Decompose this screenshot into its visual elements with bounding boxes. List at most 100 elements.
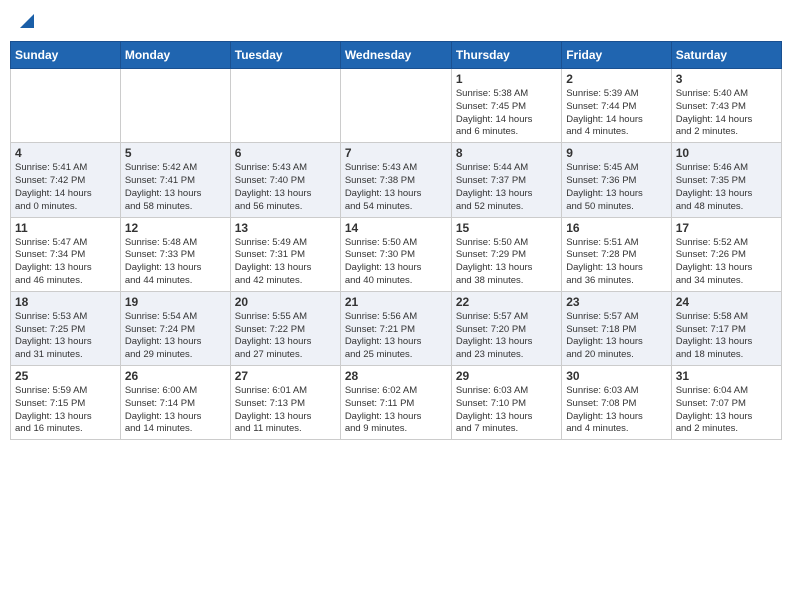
calendar-cell bbox=[230, 69, 340, 143]
day-header-wednesday: Wednesday bbox=[340, 42, 451, 69]
calendar-cell bbox=[340, 69, 451, 143]
calendar-cell: 9 Sunrise: 5:45 AM Sunset: 7:36 PM Daylig… bbox=[562, 143, 671, 217]
day-number: 3 bbox=[676, 72, 777, 86]
day-info: Sunrise: 5:47 AM Sunset: 7:34 PM Dayligh… bbox=[15, 237, 116, 288]
day-number: 11 bbox=[15, 221, 116, 235]
week-row-2: 4 Sunrise: 5:41 AM Sunset: 7:42 PM Daylig… bbox=[11, 143, 782, 217]
day-number: 1 bbox=[456, 72, 557, 86]
calendar-cell: 10 Sunrise: 5:46 AM Sunset: 7:35 PM Dayli… bbox=[671, 143, 781, 217]
day-number: 25 bbox=[15, 369, 116, 383]
day-number: 21 bbox=[345, 295, 447, 309]
day-info: Sunrise: 5:38 AM Sunset: 7:45 PM Dayligh… bbox=[456, 88, 557, 139]
day-info: Sunrise: 5:44 AM Sunset: 7:37 PM Dayligh… bbox=[456, 162, 557, 213]
day-number: 19 bbox=[125, 295, 226, 309]
day-number: 9 bbox=[566, 146, 666, 160]
day-number: 17 bbox=[676, 221, 777, 235]
day-number: 13 bbox=[235, 221, 336, 235]
day-number: 30 bbox=[566, 369, 666, 383]
day-info: Sunrise: 5:39 AM Sunset: 7:44 PM Dayligh… bbox=[566, 88, 666, 139]
logo bbox=[14, 10, 34, 33]
calendar-cell: 28 Sunrise: 6:02 AM Sunset: 7:11 PM Dayli… bbox=[340, 366, 451, 440]
day-number: 20 bbox=[235, 295, 336, 309]
calendar-cell: 11 Sunrise: 5:47 AM Sunset: 7:34 PM Dayli… bbox=[11, 217, 121, 291]
calendar-cell: 27 Sunrise: 6:01 AM Sunset: 7:13 PM Dayli… bbox=[230, 366, 340, 440]
calendar-cell bbox=[120, 69, 230, 143]
header-row: SundayMondayTuesdayWednesdayThursdayFrid… bbox=[11, 42, 782, 69]
calendar-cell: 4 Sunrise: 5:41 AM Sunset: 7:42 PM Daylig… bbox=[11, 143, 121, 217]
calendar-cell: 25 Sunrise: 5:59 AM Sunset: 7:15 PM Dayli… bbox=[11, 366, 121, 440]
day-header-thursday: Thursday bbox=[451, 42, 561, 69]
day-number: 15 bbox=[456, 221, 557, 235]
week-row-1: 1 Sunrise: 5:38 AM Sunset: 7:45 PM Daylig… bbox=[11, 69, 782, 143]
day-info: Sunrise: 5:43 AM Sunset: 7:38 PM Dayligh… bbox=[345, 162, 447, 213]
day-info: Sunrise: 6:02 AM Sunset: 7:11 PM Dayligh… bbox=[345, 385, 447, 436]
day-number: 5 bbox=[125, 146, 226, 160]
calendar-cell: 24Sunrise: 5:58 AM Sunset: 7:17 PM Dayli… bbox=[671, 291, 781, 365]
calendar-cell: 22 Sunrise: 5:57 AM Sunset: 7:20 PM Dayli… bbox=[451, 291, 561, 365]
calendar-cell: 13Sunrise: 5:49 AM Sunset: 7:31 PM Dayli… bbox=[230, 217, 340, 291]
day-info: Sunrise: 5:54 AM Sunset: 7:24 PM Dayligh… bbox=[125, 311, 226, 362]
calendar-cell: 16 Sunrise: 5:51 AM Sunset: 7:28 PM Dayli… bbox=[562, 217, 671, 291]
calendar-cell: 5Sunrise: 5:42 AM Sunset: 7:41 PM Daylig… bbox=[120, 143, 230, 217]
day-info: Sunrise: 5:59 AM Sunset: 7:15 PM Dayligh… bbox=[15, 385, 116, 436]
day-info: Sunrise: 6:03 AM Sunset: 7:10 PM Dayligh… bbox=[456, 385, 557, 436]
day-number: 22 bbox=[456, 295, 557, 309]
calendar-cell: 1 Sunrise: 5:38 AM Sunset: 7:45 PM Daylig… bbox=[451, 69, 561, 143]
day-info: Sunrise: 5:57 AM Sunset: 7:20 PM Dayligh… bbox=[456, 311, 557, 362]
day-info: Sunrise: 6:03 AM Sunset: 7:08 PM Dayligh… bbox=[566, 385, 666, 436]
logo-icon bbox=[16, 10, 34, 28]
day-info: Sunrise: 5:50 AM Sunset: 7:29 PM Dayligh… bbox=[456, 237, 557, 288]
day-header-friday: Friday bbox=[562, 42, 671, 69]
calendar-cell: 7 Sunrise: 5:43 AM Sunset: 7:38 PM Daylig… bbox=[340, 143, 451, 217]
day-info: Sunrise: 5:51 AM Sunset: 7:28 PM Dayligh… bbox=[566, 237, 666, 288]
day-number: 28 bbox=[345, 369, 447, 383]
day-number: 12 bbox=[125, 221, 226, 235]
day-number: 23 bbox=[566, 295, 666, 309]
day-info: Sunrise: 5:52 AM Sunset: 7:26 PM Dayligh… bbox=[676, 237, 777, 288]
day-number: 2 bbox=[566, 72, 666, 86]
day-info: Sunrise: 5:46 AM Sunset: 7:35 PM Dayligh… bbox=[676, 162, 777, 213]
week-row-5: 25 Sunrise: 5:59 AM Sunset: 7:15 PM Dayli… bbox=[11, 366, 782, 440]
day-header-monday: Monday bbox=[120, 42, 230, 69]
day-number: 31 bbox=[676, 369, 777, 383]
day-number: 29 bbox=[456, 369, 557, 383]
day-number: 26 bbox=[125, 369, 226, 383]
day-header-saturday: Saturday bbox=[671, 42, 781, 69]
day-info: Sunrise: 5:50 AM Sunset: 7:30 PM Dayligh… bbox=[345, 237, 447, 288]
day-info: Sunrise: 5:45 AM Sunset: 7:36 PM Dayligh… bbox=[566, 162, 666, 213]
calendar-cell: 3 Sunrise: 5:40 AM Sunset: 7:43 PM Daylig… bbox=[671, 69, 781, 143]
calendar-cell: 2 Sunrise: 5:39 AM Sunset: 7:44 PM Daylig… bbox=[562, 69, 671, 143]
day-info: Sunrise: 5:58 AM Sunset: 7:17 PM Dayligh… bbox=[676, 311, 777, 362]
day-number: 18 bbox=[15, 295, 116, 309]
day-info: Sunrise: 5:55 AM Sunset: 7:22 PM Dayligh… bbox=[235, 311, 336, 362]
calendar-cell: 29 Sunrise: 6:03 AM Sunset: 7:10 PM Dayli… bbox=[451, 366, 561, 440]
day-number: 10 bbox=[676, 146, 777, 160]
calendar-cell bbox=[11, 69, 121, 143]
calendar-cell: 17 Sunrise: 5:52 AM Sunset: 7:26 PM Dayli… bbox=[671, 217, 781, 291]
day-number: 27 bbox=[235, 369, 336, 383]
day-number: 7 bbox=[345, 146, 447, 160]
day-number: 8 bbox=[456, 146, 557, 160]
calendar-cell: 14Sunrise: 5:50 AM Sunset: 7:30 PM Dayli… bbox=[340, 217, 451, 291]
calendar-cell: 19 Sunrise: 5:54 AM Sunset: 7:24 PM Dayli… bbox=[120, 291, 230, 365]
calendar-cell: 30 Sunrise: 6:03 AM Sunset: 7:08 PM Dayli… bbox=[562, 366, 671, 440]
day-number: 4 bbox=[15, 146, 116, 160]
calendar-cell: 26Sunrise: 6:00 AM Sunset: 7:14 PM Dayli… bbox=[120, 366, 230, 440]
day-info: Sunrise: 5:41 AM Sunset: 7:42 PM Dayligh… bbox=[15, 162, 116, 213]
calendar-cell: 21 Sunrise: 5:56 AM Sunset: 7:21 PM Dayli… bbox=[340, 291, 451, 365]
day-info: Sunrise: 5:40 AM Sunset: 7:43 PM Dayligh… bbox=[676, 88, 777, 139]
day-header-tuesday: Tuesday bbox=[230, 42, 340, 69]
calendar-cell: 20 Sunrise: 5:55 AM Sunset: 7:22 PM Dayli… bbox=[230, 291, 340, 365]
week-row-3: 11 Sunrise: 5:47 AM Sunset: 7:34 PM Dayli… bbox=[11, 217, 782, 291]
calendar-cell: 6Sunrise: 5:43 AM Sunset: 7:40 PM Daylig… bbox=[230, 143, 340, 217]
day-info: Sunrise: 6:04 AM Sunset: 7:07 PM Dayligh… bbox=[676, 385, 777, 436]
day-number: 6 bbox=[235, 146, 336, 160]
day-number: 16 bbox=[566, 221, 666, 235]
week-row-4: 18Sunrise: 5:53 AM Sunset: 7:25 PM Dayli… bbox=[11, 291, 782, 365]
page-header bbox=[10, 10, 782, 33]
day-info: Sunrise: 5:56 AM Sunset: 7:21 PM Dayligh… bbox=[345, 311, 447, 362]
calendar-cell: 18Sunrise: 5:53 AM Sunset: 7:25 PM Dayli… bbox=[11, 291, 121, 365]
day-header-sunday: Sunday bbox=[11, 42, 121, 69]
day-info: Sunrise: 5:48 AM Sunset: 7:33 PM Dayligh… bbox=[125, 237, 226, 288]
day-info: Sunrise: 6:01 AM Sunset: 7:13 PM Dayligh… bbox=[235, 385, 336, 436]
